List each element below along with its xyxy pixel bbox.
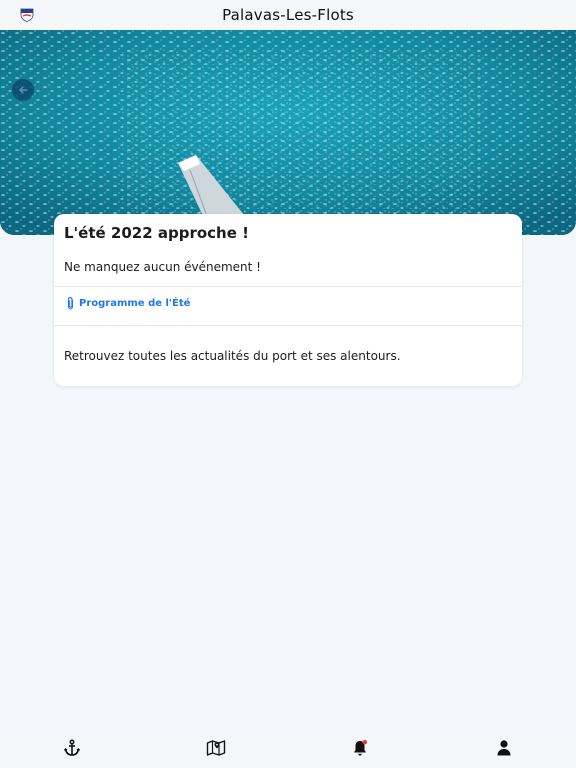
notification-dot bbox=[362, 740, 367, 745]
tab-profile[interactable] bbox=[484, 728, 524, 768]
anchor-icon bbox=[63, 739, 81, 756]
card-title: L'été 2022 approche ! bbox=[64, 224, 249, 242]
bottom-tab-bar bbox=[0, 728, 576, 768]
tab-map[interactable] bbox=[196, 728, 236, 768]
hero-image bbox=[0, 30, 576, 235]
top-bar: Palavas-Les-Flots bbox=[0, 0, 576, 30]
card-subtitle: Ne manquez aucun événement ! bbox=[64, 260, 261, 274]
card-body: Retrouvez toutes les actualités du port … bbox=[64, 349, 401, 363]
paperclip-icon bbox=[67, 297, 74, 310]
map-icon bbox=[206, 740, 226, 756]
divider bbox=[54, 286, 522, 287]
attachment-label: Programme de l'Été bbox=[79, 298, 191, 309]
tab-port[interactable] bbox=[52, 728, 92, 768]
page-title: Palavas-Les-Flots bbox=[222, 6, 354, 24]
back-button[interactable] bbox=[12, 79, 34, 101]
news-card: L'été 2022 approche ! Ne manquez aucun é… bbox=[54, 214, 522, 386]
divider bbox=[54, 325, 522, 326]
attachment-link[interactable]: Programme de l'Été bbox=[66, 296, 190, 311]
user-icon bbox=[497, 740, 511, 756]
arrow-left-icon bbox=[19, 86, 28, 94]
sea-photo bbox=[0, 30, 576, 235]
tab-notifications[interactable] bbox=[340, 728, 380, 768]
bell-icon bbox=[354, 740, 367, 756]
shield-logo-icon bbox=[20, 8, 34, 22]
